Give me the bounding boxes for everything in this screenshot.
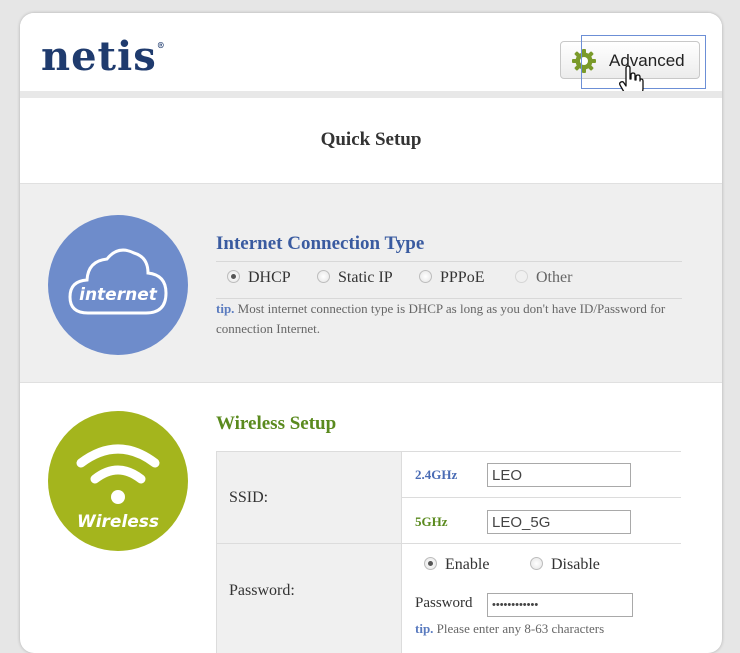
page-title: Quick Setup (320, 129, 422, 150)
ssid-label: SSID: (217, 452, 402, 544)
header-divider (20, 91, 722, 98)
connection-type-options: DHCP Static IP PPPoE Other (216, 261, 682, 299)
wireless-badge-label: Wireless (76, 512, 160, 532)
radio-other[interactable]: Other (515, 269, 572, 287)
radio-button-pppoe[interactable] (419, 270, 432, 283)
radio-static-ip[interactable]: Static IP (317, 269, 393, 287)
radio-button-enable[interactable] (424, 557, 437, 570)
cloud-icon (68, 248, 168, 315)
radio-dhcp-label: DHCP (248, 269, 291, 286)
password-tip-prefix: tip. (415, 621, 434, 636)
wireless-setup-table: SSID: 2.4GHz 5GHz Password: Enable Disab… (216, 451, 681, 653)
gear-icon (572, 49, 596, 73)
band-24ghz-label: 2.4GHz (415, 467, 458, 482)
radio-pppoe-label: PPPoE (440, 269, 485, 286)
radio-pppoe[interactable]: PPPoE (419, 269, 484, 287)
radio-button-other[interactable] (515, 270, 528, 283)
radio-other-label: Other (536, 269, 573, 286)
radio-button-disable[interactable] (530, 557, 543, 570)
ssid-24ghz-row: 2.4GHz (402, 452, 681, 498)
internet-section: internet Internet Connection Type DHCP S… (20, 183, 722, 383)
ssid-5ghz-input[interactable] (487, 510, 631, 534)
connection-type-heading: Internet Connection Type (216, 233, 425, 254)
advanced-button-label: Advanced (609, 51, 685, 70)
password-field-label: Password (415, 595, 473, 611)
tip-prefix: tip. (216, 301, 235, 316)
enable-label: Enable (445, 556, 490, 573)
internet-badge: internet (48, 215, 188, 355)
ssid-24ghz-input[interactable] (487, 463, 631, 487)
wifi-icon (76, 444, 160, 504)
disable-label: Disable (551, 556, 600, 573)
radio-button-dhcp[interactable] (227, 270, 240, 283)
logo-registered-mark: ® (156, 40, 166, 50)
netis-logo: netis® (41, 37, 166, 77)
internet-badge-label: internet (79, 285, 157, 305)
radio-password-disable[interactable]: Disable (530, 556, 600, 574)
radio-static-ip-label: Static IP (338, 269, 393, 286)
quick-setup-panel: netis® Advanced Quick Setup internet Int… (20, 13, 722, 653)
wireless-badge: Wireless (48, 411, 188, 551)
logo-text: netis (41, 33, 157, 80)
connection-type-tip: tip. Most internet connection type is DH… (216, 299, 686, 339)
password-input[interactable] (487, 593, 633, 617)
password-tip-text: Please enter any 8-63 characters (433, 621, 605, 636)
header: netis® Advanced (20, 13, 722, 98)
band-5ghz-label: 5GHz (415, 514, 448, 529)
radio-button-static-ip[interactable] (317, 270, 330, 283)
advanced-button[interactable]: Advanced (560, 41, 700, 79)
radio-password-enable[interactable]: Enable (424, 556, 489, 574)
ssid-5ghz-row: 5GHz (402, 498, 681, 544)
wireless-setup-heading: Wireless Setup (216, 413, 337, 434)
radio-dhcp[interactable]: DHCP (227, 269, 291, 287)
tip-text: Most internet connection type is DHCP as… (216, 301, 666, 336)
password-tip: tip. Please enter any 8-63 characters (415, 619, 604, 639)
password-label: Password: (217, 544, 402, 653)
password-row: Enable Disable Password tip. Please ente… (402, 544, 681, 653)
